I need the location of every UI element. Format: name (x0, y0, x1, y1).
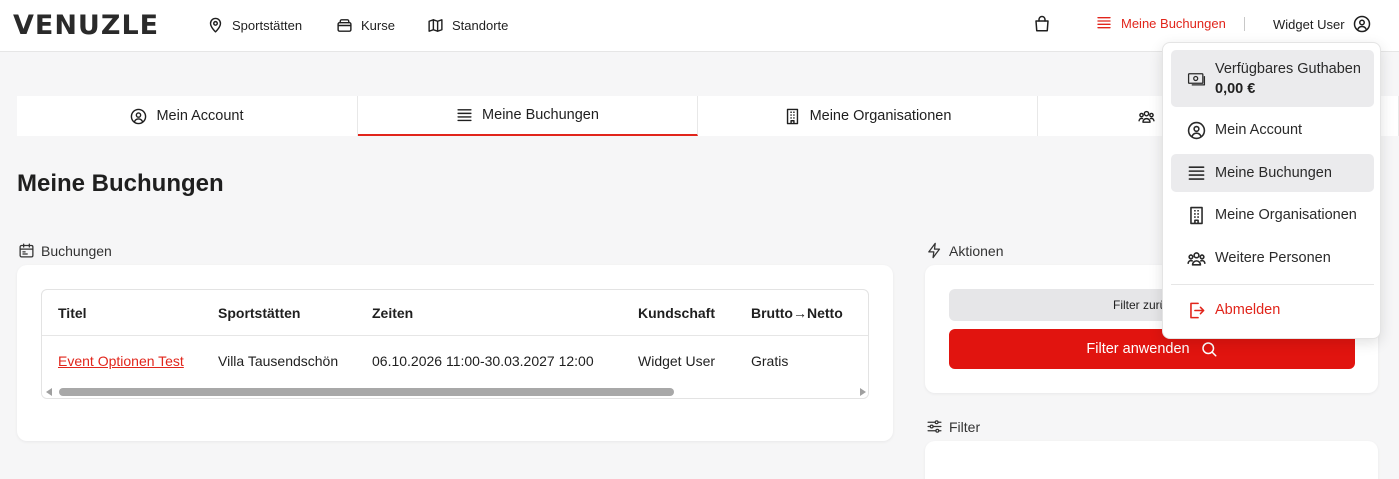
map-pin-icon (209, 17, 222, 33)
menu-item-label: Meine Organisationen (1215, 207, 1357, 223)
tab-mein-account-label: Mein Account (156, 108, 244, 124)
booking-title-link[interactable]: Event Optionen Test (58, 353, 184, 369)
booking-price: Gratis (751, 352, 789, 369)
bookings-table: Titel Sportstätten Zeiten Kundschaft Bru… (41, 289, 869, 399)
nav-kurse-label: Kurse (361, 17, 395, 33)
money-icon (1187, 73, 1206, 86)
actions-section-label: Aktionen (926, 242, 1003, 259)
menu-item-label: Mein Account (1215, 122, 1303, 138)
menu-item-label: Meine Buchungen (1215, 165, 1332, 181)
bookings-card: Titel Sportstätten Zeiten Kundschaft Bru… (17, 265, 893, 441)
actions-section-text: Aktionen (949, 242, 1004, 259)
logout-button[interactable]: Abmelden (1171, 291, 1374, 329)
header-separator (1244, 17, 1245, 31)
list-icon (457, 108, 472, 121)
menu-item-meine-buchungen[interactable]: Meine Buchungen (1171, 154, 1374, 192)
bookings-section-text: Buchungen (41, 242, 112, 259)
search-icon (1201, 342, 1217, 357)
menu-divider (1171, 284, 1374, 285)
menu-item-meine-organisationen[interactable]: Meine Organisationen (1171, 196, 1374, 234)
tab-mein-account[interactable]: Mein Account (17, 96, 358, 136)
tab-meine-buchungen[interactable]: Meine Buchungen (358, 96, 698, 136)
nav-standorte[interactable]: Standorte (427, 15, 508, 35)
user-circle-icon (1187, 121, 1206, 139)
logout-label: Abmelden (1215, 302, 1281, 318)
page-title: Meine Buchungen (17, 170, 224, 197)
booking-times: 06.10.2026 11:00-30.03.2027 12:00 (372, 352, 594, 369)
menu-item-mein-account[interactable]: Mein Account (1171, 111, 1374, 149)
col-sportstaetten: Sportstätten (218, 304, 301, 321)
users-icon (1187, 251, 1206, 266)
user-circle-icon (131, 108, 147, 124)
menu-item-label: Weitere Personen (1215, 250, 1331, 266)
list-icon (1097, 17, 1111, 29)
apply-filter-label: Filter anwenden (1086, 341, 1190, 357)
venuzle-logo[interactable]: VENUZLE (13, 10, 159, 41)
tab-meine-organisationen[interactable]: Meine Organisationen (698, 96, 1038, 136)
sliders-icon (927, 420, 942, 433)
nav-sportstaetten-label: Sportstätten (232, 17, 303, 33)
map-icon (428, 18, 443, 32)
nav-sportstaetten[interactable]: Sportstätten (207, 15, 302, 35)
building-icon (786, 108, 798, 124)
booking-customer: Widget User (638, 352, 716, 369)
horizontal-scrollbar[interactable] (42, 384, 868, 398)
logout-icon (1190, 302, 1205, 318)
bookings-section-label: Buchungen (18, 242, 112, 259)
balance-value: 0,00 € (1215, 80, 1256, 97)
scroll-thumb[interactable] (59, 388, 674, 396)
col-titel: Titel (58, 304, 87, 321)
menu-item-weitere-personen[interactable]: Weitere Personen (1171, 239, 1374, 277)
user-name: Widget User (1273, 16, 1345, 32)
user-dropdown-menu: Verfügbares Guthaben 0,00 € Mein Account… (1162, 42, 1381, 339)
table-row: Event Optionen Test Villa Tausendschön 0… (42, 337, 868, 384)
header-bookings-link[interactable]: Meine Buchungen (1096, 15, 1226, 31)
col-brutto-netto: Brutto→Netto (751, 304, 843, 321)
calendar-icon (19, 243, 34, 258)
tab-meine-organisationen-label: Meine Organisationen (809, 108, 952, 124)
col-kundschaft: Kundschaft (638, 304, 715, 321)
user-menu-button[interactable]: Widget User (1273, 15, 1371, 33)
header-bookings-label: Meine Buchungen (1121, 15, 1226, 31)
nav-kurse[interactable]: Kurse (336, 15, 395, 35)
balance-label: Verfügbares Guthaben (1215, 60, 1361, 77)
shopping-bag-icon[interactable] (1033, 14, 1051, 34)
filter-section-text: Filter (949, 418, 981, 435)
users-icon (1138, 110, 1155, 123)
table-header: Titel Sportstätten Zeiten Kundschaft Bru… (42, 290, 868, 336)
user-circle-icon (1353, 15, 1370, 33)
booking-venue: Villa Tausendschön (218, 352, 339, 369)
col-zeiten: Zeiten (372, 304, 414, 321)
scroll-left-arrow[interactable] (46, 388, 52, 396)
balance-item[interactable]: Verfügbares Guthaben 0,00 € (1171, 50, 1374, 107)
tab-meine-buchungen-label: Meine Buchungen (482, 107, 599, 123)
scroll-right-arrow[interactable] (860, 388, 866, 396)
building-icon (1190, 206, 1203, 224)
card-stack-icon (337, 18, 352, 32)
nav-standorte-label: Standorte (452, 17, 509, 33)
filter-card (925, 441, 1378, 479)
filter-section-label: Filter (926, 418, 980, 435)
list-icon (1188, 165, 1205, 180)
lightning-icon (928, 242, 941, 259)
